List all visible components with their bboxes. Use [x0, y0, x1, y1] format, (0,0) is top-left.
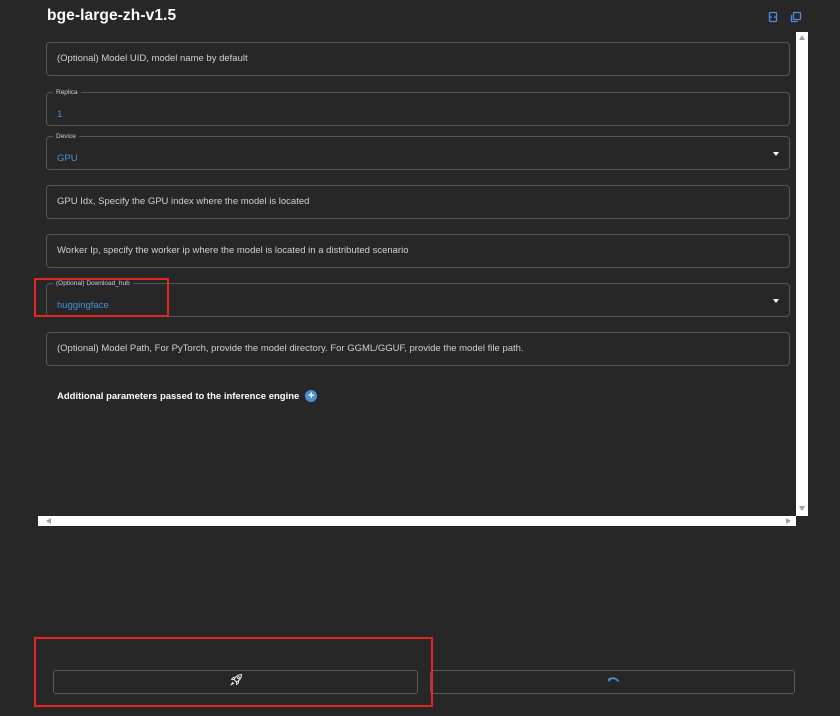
- caret-down-icon: [773, 299, 779, 303]
- highlight-launch-button: [34, 637, 433, 707]
- model-uid-input[interactable]: (Optional) Model UID, model name by defa…: [46, 42, 790, 76]
- model-path-input[interactable]: (Optional) Model Path, For PyTorch, prov…: [46, 332, 790, 366]
- vertical-scrollbar[interactable]: [796, 32, 808, 516]
- replica-label: Replica: [53, 88, 81, 97]
- worker-ip-placeholder: Worker Ip, specify the worker ip where t…: [57, 245, 409, 256]
- gpu-idx-input[interactable]: GPU Idx, Specify the GPU index where the…: [46, 185, 790, 219]
- gpu-idx-placeholder: GPU Idx, Specify the GPU index where the…: [57, 196, 310, 207]
- replica-value: 1: [57, 109, 63, 120]
- additional-params-row: Additional parameters passed to the infe…: [57, 390, 318, 402]
- model-path-placeholder: (Optional) Model Path, For PyTorch, prov…: [57, 343, 524, 354]
- device-select[interactable]: Device GPU: [46, 132, 790, 170]
- copy-icon[interactable]: [789, 10, 802, 23]
- additional-params-label: Additional parameters passed to the infe…: [57, 390, 300, 402]
- worker-ip-input[interactable]: Worker Ip, specify the worker ip where t…: [46, 234, 790, 268]
- page-title: bge-large-zh-v1.5: [47, 7, 177, 24]
- scroll-down-icon[interactable]: [799, 506, 805, 511]
- device-label: Device: [53, 132, 79, 141]
- undo-icon: [606, 673, 620, 691]
- copy-json-icon[interactable]: [766, 10, 779, 23]
- device-value: GPU: [57, 153, 78, 164]
- model-uid-placeholder: (Optional) Model UID, model name by defa…: [57, 53, 248, 64]
- horizontal-scrollbar[interactable]: [38, 516, 796, 526]
- reset-button[interactable]: [430, 670, 795, 694]
- caret-down-icon: [773, 152, 779, 156]
- highlight-download-hub: [34, 278, 169, 317]
- replica-input[interactable]: Replica 1: [46, 88, 790, 126]
- scroll-up-icon[interactable]: [799, 35, 805, 40]
- scroll-left-icon[interactable]: [46, 518, 51, 524]
- scroll-right-icon[interactable]: [786, 518, 791, 524]
- add-param-icon[interactable]: +: [305, 390, 318, 402]
